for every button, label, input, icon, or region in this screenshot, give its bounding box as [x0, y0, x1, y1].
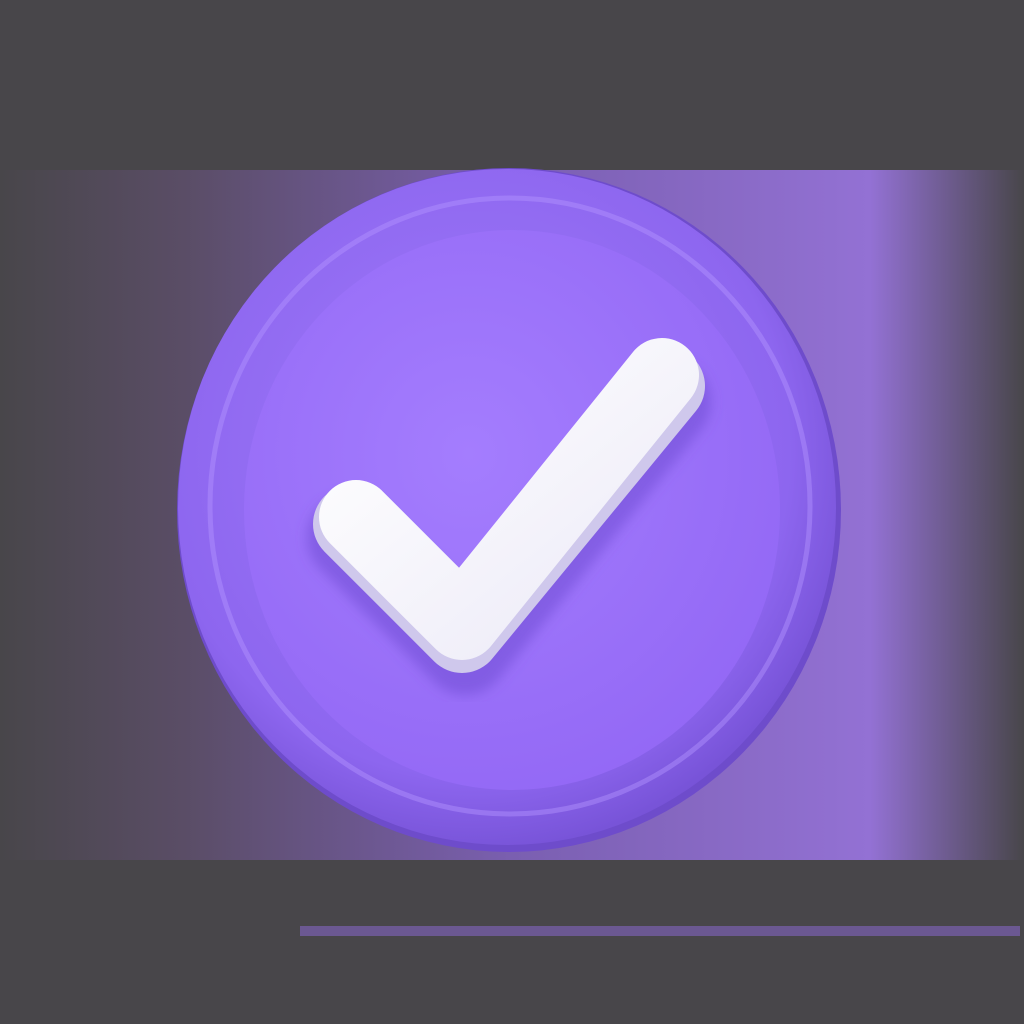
icon-canvas [0, 0, 1024, 1024]
check-badge-icon [177, 168, 841, 852]
